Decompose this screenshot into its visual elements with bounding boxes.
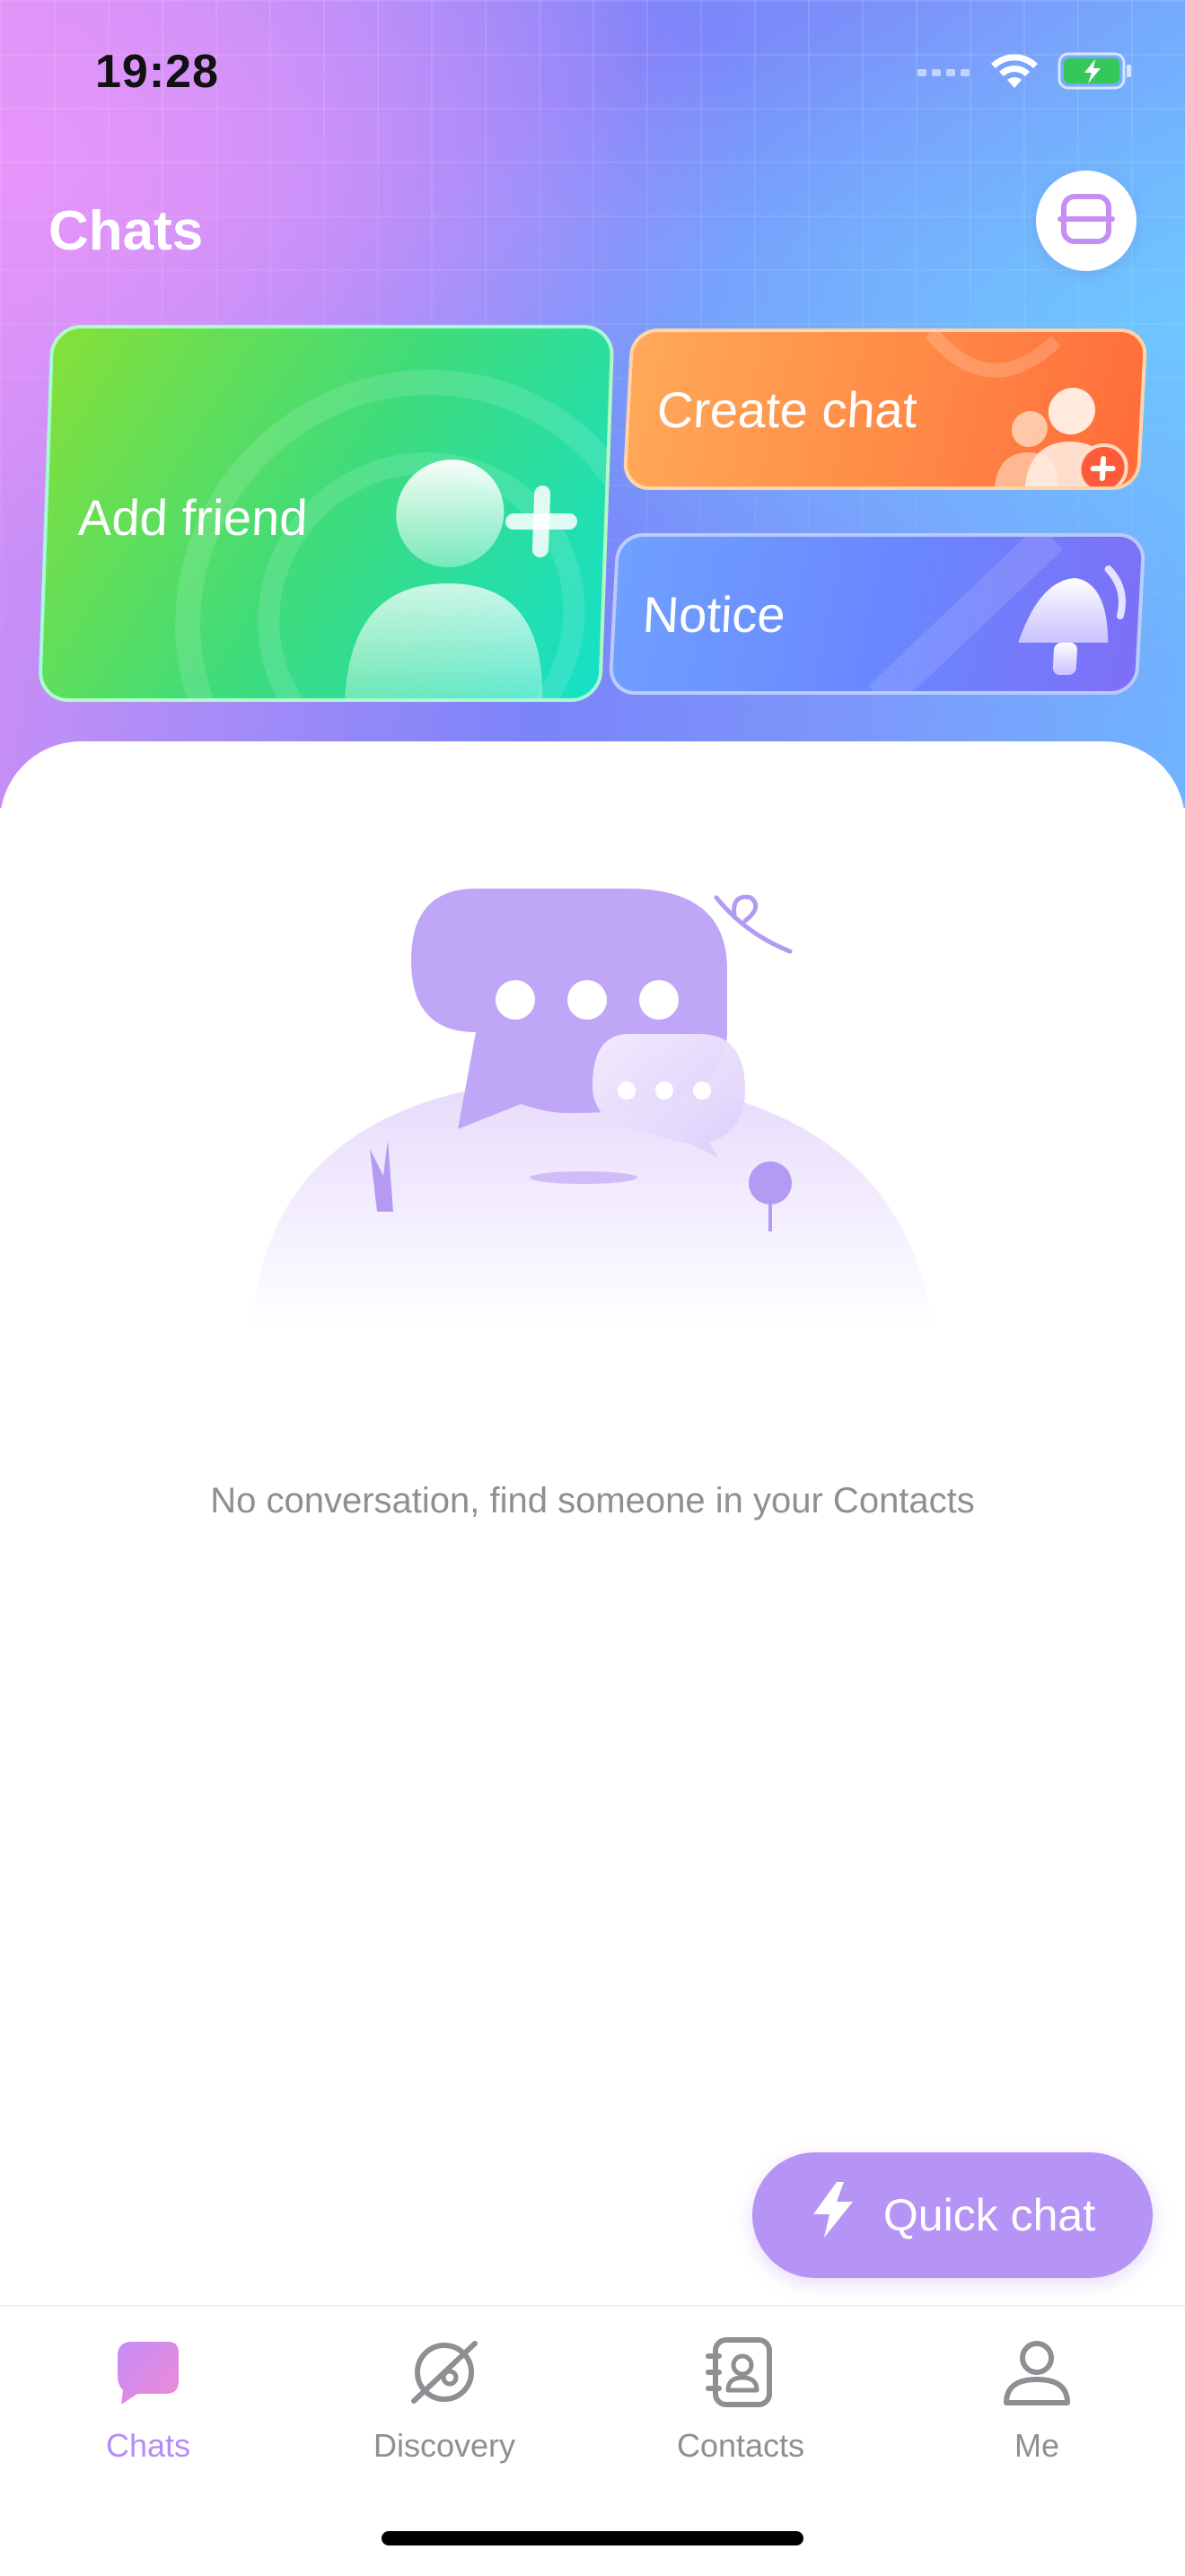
tab-contacts[interactable]: Contacts xyxy=(592,2334,889,2477)
group-add-icon xyxy=(994,382,1135,490)
tab-chats[interactable]: Chats xyxy=(0,2334,296,2477)
tab-me-label: Me xyxy=(1014,2427,1059,2464)
add-user-icon xyxy=(338,434,581,702)
create-chat-label: Create chat xyxy=(655,381,919,438)
status-icons xyxy=(917,52,1133,94)
create-chat-card[interactable]: Create chat xyxy=(622,329,1148,490)
battery-charging-icon xyxy=(1058,52,1133,94)
page-title: Chats xyxy=(48,200,204,262)
scan-button[interactable] xyxy=(1036,171,1137,271)
address-book-icon xyxy=(702,2334,779,2411)
tab-me[interactable]: Me xyxy=(889,2334,1185,2477)
status-time: 19:28 xyxy=(95,46,219,98)
chat-bubble-icon xyxy=(110,2334,187,2411)
tab-discovery[interactable]: Discovery xyxy=(296,2334,592,2477)
notice-label: Notice xyxy=(641,586,787,643)
planet-icon xyxy=(406,2334,483,2411)
home-indicator xyxy=(382,2531,803,2545)
quick-chat-button[interactable]: Quick chat xyxy=(752,2152,1153,2278)
quick-chat-label: Quick chat xyxy=(882,2190,1096,2240)
tab-contacts-label: Contacts xyxy=(676,2427,805,2464)
add-friend-card[interactable]: Add friend xyxy=(38,325,615,702)
lightning-icon xyxy=(810,2180,856,2250)
scan-icon xyxy=(1057,189,1116,253)
notice-card[interactable]: Notice xyxy=(608,533,1146,695)
tab-discovery-label: Discovery xyxy=(373,2427,516,2464)
wifi-icon xyxy=(989,52,1040,94)
person-icon xyxy=(998,2334,1075,2411)
chat-bubbles-illustration xyxy=(242,889,943,1355)
add-friend-label: Add friend xyxy=(77,489,309,546)
tab-chats-label: Chats xyxy=(105,2427,191,2464)
signal-icon xyxy=(917,64,971,83)
bell-icon xyxy=(997,553,1139,692)
empty-state-message: No conversation, find someone in your Co… xyxy=(210,1481,975,1520)
